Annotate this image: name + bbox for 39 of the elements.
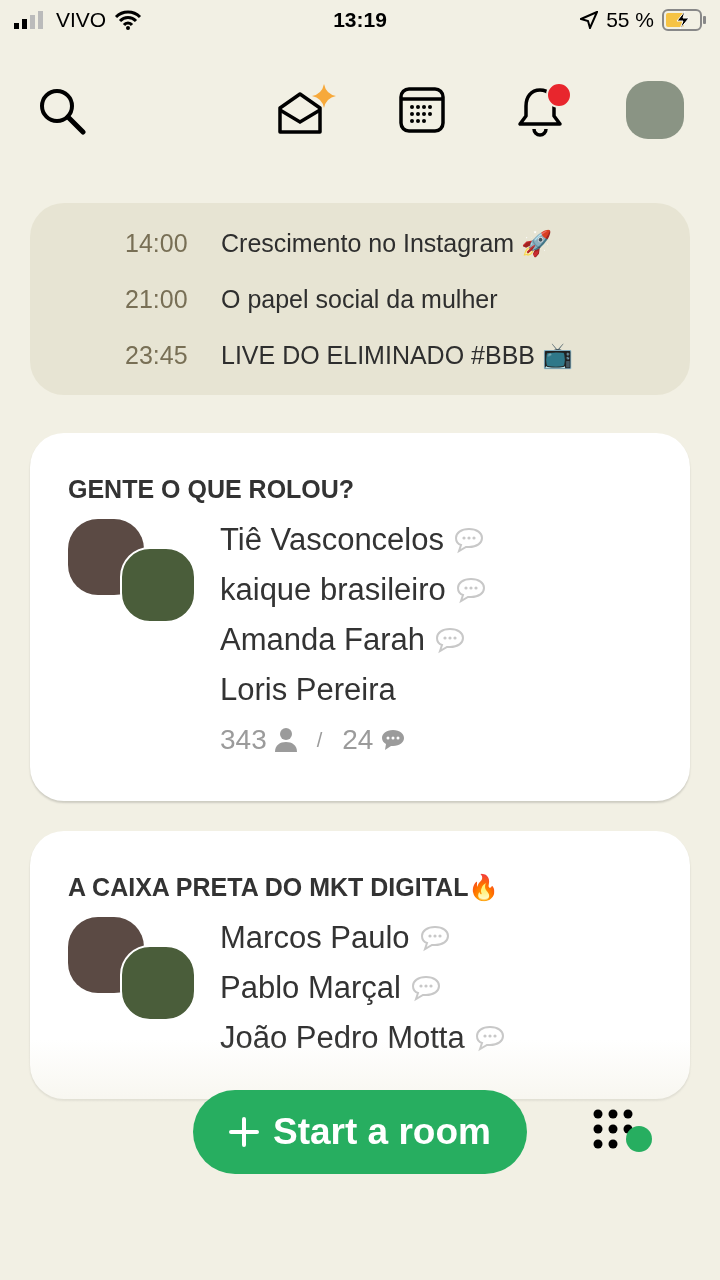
stats-separator: / (316, 728, 323, 753)
speaker-name: Loris Pereira (220, 670, 396, 709)
chat-bubble-icon (455, 576, 486, 604)
event-time: 23:45 (125, 340, 189, 371)
speaker-name: Tiê Vasconcelos (220, 520, 444, 559)
location-arrow-icon (580, 11, 599, 29)
room-card[interactable]: A CAIXA PRETA DO MKT DIGITAL🔥 Marcos Paulo Pablo Marçal João Pedro Motta (30, 831, 690, 1099)
speaker-name: Marcos Paulo (220, 918, 410, 957)
carrier-name: VIVO (56, 7, 107, 34)
battery-percent: 55 % (606, 7, 654, 34)
person-icon (274, 728, 297, 752)
wifi-icon (114, 10, 143, 30)
chat-bubble-icon (410, 974, 441, 1002)
speaker-name: Amanda Farah (220, 620, 426, 659)
dots-grid-icon[interactable] (593, 1109, 655, 1155)
plus-icon (229, 1117, 260, 1147)
chat-count: 24 (342, 723, 374, 757)
event-time: 14:00 (125, 228, 189, 259)
calendar-icon[interactable] (398, 86, 446, 134)
event-time: 21:00 (125, 284, 189, 315)
event-title[interactable]: O papel social da mulher (221, 281, 498, 317)
room-title: GENTE O QUE ROLOU? (68, 474, 356, 505)
clock-time: 13:19 (333, 7, 387, 34)
chat-bubble-icon (381, 729, 406, 751)
listener-count: 343 (220, 723, 267, 757)
battery-charging-icon (662, 9, 706, 31)
room-title: A CAIXA PRETA DO MKT DIGITAL🔥 (68, 872, 501, 903)
speaker-name: Pablo Marçal (220, 968, 401, 1007)
speaker-name: João Pedro Motta (220, 1018, 465, 1057)
room-card[interactable]: GENTE O QUE ROLOU? Tiê Vasconcelos kaique brasileiro Amanda Farah Loris Pereira 343 / 24 (30, 433, 690, 801)
chat-bubble-icon (454, 526, 484, 554)
bell-icon[interactable] (516, 86, 564, 138)
profile-avatar[interactable] (626, 81, 684, 139)
event-title[interactable]: Crescimento no Instagram 🚀 (221, 225, 553, 261)
speaker-name: kaique brasileiro (220, 570, 446, 609)
chat-bubble-icon (435, 626, 466, 654)
chat-bubble-icon (474, 1024, 505, 1052)
event-title[interactable]: LIVE DO ELIMINADO #BBB 📺 (221, 337, 573, 373)
chat-bubble-icon (419, 924, 450, 952)
